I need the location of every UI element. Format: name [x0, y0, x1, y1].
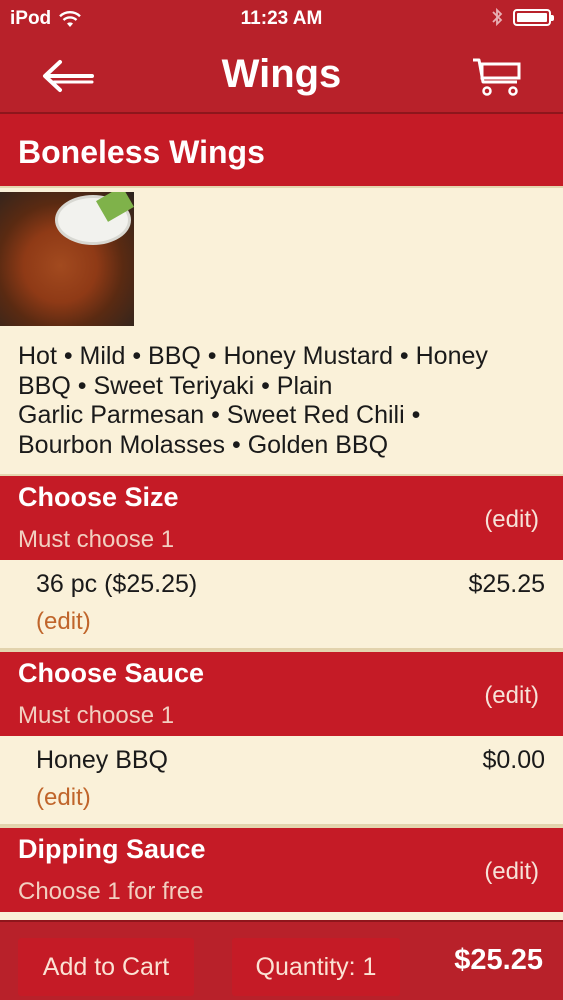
section-title: Dipping Sauce — [18, 834, 206, 864]
item-body: Hot • Mild • BBQ • Honey Mustard • Honey… — [0, 192, 563, 474]
section-requirement: Choose 1 for free — [18, 878, 204, 905]
selection-edit-link[interactable]: (edit) — [36, 608, 91, 636]
section-title: Choose Sauce — [18, 658, 205, 688]
bottom-bar: Add to Cart Quantity: 1 $25.25 — [0, 920, 563, 1000]
shopping-cart-icon[interactable] — [471, 54, 523, 98]
item-description: Hot • Mild • BBQ • Honey Mustard • Honey… — [0, 326, 545, 460]
section-choose-size[interactable]: Choose Size Must choose 1 (edit) — [0, 474, 563, 560]
status-right — [491, 7, 554, 27]
selection-price: $0.00 — [482, 746, 545, 774]
section-edit-link[interactable]: (edit) — [484, 506, 539, 534]
selection-name: 36 pc ($25.25) — [36, 570, 198, 598]
section-edit-link[interactable]: (edit) — [484, 858, 539, 886]
quantity-button[interactable]: Quantity: 1 — [232, 938, 400, 996]
item-title: Boneless Wings — [0, 114, 563, 188]
bluetooth-icon — [492, 7, 503, 27]
menu-item-detail: Boneless Wings Hot • Mild • BBQ • Honey … — [0, 114, 563, 920]
selection-name: Honey BBQ — [36, 746, 169, 774]
section-dipping-sauce[interactable]: Dipping Sauce Choose 1 for free (edit) — [0, 826, 563, 912]
selection-price: $25.25 — [468, 570, 545, 598]
selection-edit-link[interactable]: (edit) — [36, 784, 91, 812]
description-line: BBQ • Sweet Teriyaki • Plain — [18, 371, 333, 400]
selection-size[interactable]: 36 pc ($25.25) $25.25 (edit) — [0, 560, 563, 650]
section-title: Choose Size — [18, 482, 179, 512]
status-bar: iPod 11:23 AM — [0, 0, 563, 38]
section-edit-link[interactable]: (edit) — [484, 682, 539, 710]
section-choose-sauce[interactable]: Choose Sauce Must choose 1 (edit) — [0, 650, 563, 736]
add-to-cart-button[interactable]: Add to Cart — [18, 938, 194, 996]
battery-icon — [513, 8, 554, 26]
description-line: Garlic Parmesan • Sweet Red Chili • — [18, 401, 421, 429]
description-line: Hot • Mild • BBQ • Honey Mustard • Honey — [18, 342, 488, 370]
selection-sauce[interactable]: Honey BBQ $0.00 (edit) — [0, 736, 563, 826]
description-line: Bourbon Molasses • Golden BBQ — [18, 430, 389, 459]
section-requirement: Must choose 1 — [18, 702, 175, 729]
clock: 11:23 AM — [240, 8, 323, 29]
item-photo — [0, 192, 134, 326]
section-requirement: Must choose 1 — [18, 526, 175, 553]
nav-bar: Wings — [0, 38, 563, 114]
order-total: $25.25 — [454, 944, 543, 976]
